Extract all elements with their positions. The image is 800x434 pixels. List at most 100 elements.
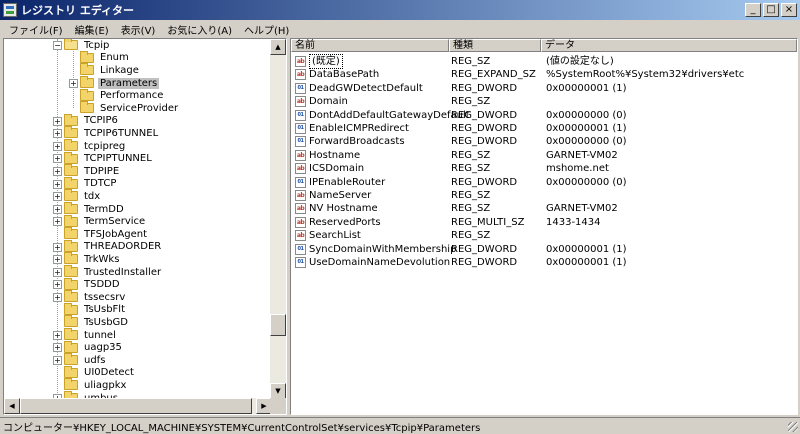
tree-item[interactable]: Linkage bbox=[80, 63, 141, 77]
column-data-header[interactable]: データ bbox=[541, 39, 797, 52]
menu-help[interactable]: ヘルプ(H) bbox=[238, 22, 295, 37]
registry-tree[interactable]: − Tcpip Enum Linkage + Parameters Performance S… bbox=[3, 38, 287, 415]
tree-item[interactable]: + TermService bbox=[53, 214, 147, 228]
tree-item[interactable]: Enum bbox=[80, 50, 131, 65]
tree-item[interactable]: + Parameters bbox=[69, 76, 160, 90]
string-value-icon: ab bbox=[295, 56, 306, 67]
value-row[interactable]: ab Hostname REG_SZ GARNET-VM02 bbox=[291, 149, 797, 162]
scroll-left-arrow-icon[interactable]: ◀ bbox=[4, 398, 20, 414]
value-row[interactable]: ab SearchList REG_SZ bbox=[291, 229, 797, 242]
value-row[interactable]: ab DataBasePath REG_EXPAND_SZ %SystemRoot%¥… bbox=[291, 68, 797, 81]
expand-icon[interactable]: + bbox=[53, 192, 62, 202]
value-row[interactable]: ab ICSDomain REG_SZ mshome.net bbox=[291, 162, 797, 175]
menu-view[interactable]: 表示(V) bbox=[115, 22, 162, 37]
expand-icon[interactable]: + bbox=[53, 255, 62, 265]
value-row[interactable]: ab (既定) REG_SZ (値の設定なし) bbox=[291, 54, 797, 69]
tree-item[interactable]: + TDTCP bbox=[53, 176, 118, 191]
value-row[interactable]: ab Domain REG_SZ bbox=[291, 95, 797, 108]
tree-horizontal-scrollbar[interactable]: ◀ ▶ bbox=[4, 398, 272, 414]
tree-item[interactable]: TsUsbGD bbox=[64, 315, 130, 329]
value-row[interactable]: ab NameServer REG_SZ bbox=[291, 189, 797, 202]
expand-icon[interactable]: + bbox=[53, 179, 62, 189]
value-name-cell: ab Hostname bbox=[295, 149, 360, 162]
tree-item[interactable]: + tunnel bbox=[53, 328, 118, 342]
tree-item-label: THREADORDER bbox=[84, 241, 162, 253]
tree-item[interactable]: + uagp35 bbox=[53, 340, 124, 354]
value-row[interactable]: 01 SyncDomainWithMembership REG_DWORD 0x000… bbox=[291, 243, 797, 256]
tree-item[interactable]: + THREADORDER bbox=[53, 239, 163, 254]
value-name: DontAddDefaultGatewayDefault bbox=[309, 109, 470, 121]
tree-vertical-scrollbar[interactable]: ▲ ▼ bbox=[270, 39, 286, 399]
collapse-icon[interactable]: − bbox=[53, 41, 62, 50]
values-list[interactable]: 名前 種類 データ ab (既定) REG_SZ (値の設定なし) ab DataBase… bbox=[290, 38, 798, 415]
value-name-cell: ab NV Hostname bbox=[295, 202, 378, 215]
scroll-thumb[interactable] bbox=[270, 314, 286, 336]
expand-icon[interactable]: + bbox=[53, 356, 62, 365]
resize-grip-icon[interactable] bbox=[788, 422, 798, 432]
minimize-button[interactable]: _ bbox=[745, 3, 761, 17]
value-name-cell: 01 UseDomainNameDevolution bbox=[295, 256, 450, 269]
menu-file[interactable]: ファイル(F) bbox=[3, 22, 69, 37]
value-row[interactable]: ab NV Hostname REG_SZ GARNET-VM02 bbox=[291, 202, 797, 215]
expand-icon[interactable]: + bbox=[53, 129, 62, 139]
tree-item[interactable]: Performance bbox=[80, 88, 165, 102]
menu-favorites[interactable]: お気に入り(A) bbox=[161, 22, 238, 37]
expand-icon[interactable]: + bbox=[53, 141, 62, 151]
value-name-cell: ab DataBasePath bbox=[295, 68, 379, 81]
tree-item[interactable]: + udfs bbox=[53, 353, 107, 367]
column-name-header[interactable]: 名前 bbox=[291, 39, 449, 52]
tree-item[interactable]: TFSJobAgent bbox=[64, 227, 149, 241]
tree-item[interactable]: + TDPIPE bbox=[53, 164, 121, 178]
expand-icon[interactable]: + bbox=[53, 217, 62, 227]
value-name: UseDomainNameDevolution bbox=[309, 257, 451, 268]
tree-item[interactable]: + TrustedInstaller bbox=[53, 265, 163, 279]
expand-icon[interactable]: + bbox=[53, 280, 62, 290]
value-data-cell: 1433-1434 bbox=[546, 216, 601, 228]
tree-item[interactable]: + TermDD bbox=[53, 202, 126, 216]
value-row[interactable]: 01 IPEnableRouter REG_DWORD 0x00000000 (0) bbox=[291, 176, 797, 189]
tree-item[interactable]: + tssecsrv bbox=[53, 290, 127, 304]
string-value-icon: ab bbox=[295, 190, 306, 201]
folder-icon bbox=[64, 353, 78, 366]
tree-item[interactable]: uliagpkx bbox=[64, 378, 128, 392]
tree-item[interactable]: + TrkWks bbox=[53, 252, 121, 266]
value-data-cell: GARNET-VM02 bbox=[546, 149, 618, 161]
expand-icon[interactable]: + bbox=[53, 204, 62, 214]
tree-item[interactable]: + TSDDD bbox=[53, 277, 122, 291]
tree-item[interactable]: + TCPIPTUNNEL bbox=[53, 151, 154, 165]
value-name-cell: 01 IPEnableRouter bbox=[295, 176, 385, 189]
tree-item[interactable]: − Tcpip bbox=[53, 39, 111, 52]
expand-icon[interactable]: + bbox=[53, 330, 62, 340]
expand-icon[interactable]: + bbox=[53, 154, 62, 164]
value-row[interactable]: 01 EnableICMPRedirect REG_DWORD 0x00000001 … bbox=[291, 122, 797, 135]
expand-icon[interactable]: + bbox=[53, 343, 62, 353]
expand-icon[interactable]: + bbox=[69, 78, 78, 88]
maximize-button[interactable]: □ bbox=[763, 3, 779, 17]
value-row[interactable]: ab ReservedPorts REG_MULTI_SZ 1433-1434 bbox=[291, 216, 797, 229]
column-type-header[interactable]: 種類 bbox=[449, 39, 541, 52]
tree-item[interactable]: TsUsbFlt bbox=[64, 302, 127, 317]
value-row[interactable]: 01 DontAddDefaultGatewayDefault REG_DWORD 0… bbox=[291, 109, 797, 122]
tree-item[interactable]: ServiceProvider bbox=[80, 101, 180, 115]
tree-item-label: Parameters bbox=[98, 77, 160, 89]
value-row[interactable]: 01 DeadGWDetectDefault REG_DWORD 0x00000001… bbox=[291, 82, 797, 95]
expand-icon[interactable]: + bbox=[53, 267, 62, 277]
value-name-cell: ab SearchList bbox=[295, 229, 361, 242]
tree-item[interactable]: + TCPIP6 bbox=[53, 113, 120, 128]
tree-item[interactable]: + TCPIP6TUNNEL bbox=[53, 126, 160, 140]
value-row[interactable]: 01 ForwardBroadcasts REG_DWORD 0x00000000 (… bbox=[291, 135, 797, 148]
close-button[interactable]: × bbox=[781, 3, 797, 17]
expand-icon[interactable]: + bbox=[53, 116, 62, 126]
tree-item[interactable]: + tcpipreg bbox=[53, 139, 127, 153]
menu-edit[interactable]: 編集(E) bbox=[69, 22, 115, 37]
scroll-down-arrow-icon[interactable]: ▼ bbox=[270, 383, 286, 399]
value-row[interactable]: 01 UseDomainNameDevolution REG_DWORD 0x0000… bbox=[291, 256, 797, 269]
tree-item[interactable]: UI0Detect bbox=[64, 365, 136, 380]
expand-icon[interactable]: + bbox=[53, 167, 62, 176]
expand-icon[interactable]: + bbox=[53, 242, 62, 252]
hscroll-thumb[interactable] bbox=[20, 398, 252, 414]
folder-icon bbox=[80, 88, 94, 101]
expand-icon[interactable]: + bbox=[53, 293, 62, 302]
tree-item[interactable]: + tdx bbox=[53, 189, 102, 203]
scroll-up-arrow-icon[interactable]: ▲ bbox=[270, 39, 286, 55]
